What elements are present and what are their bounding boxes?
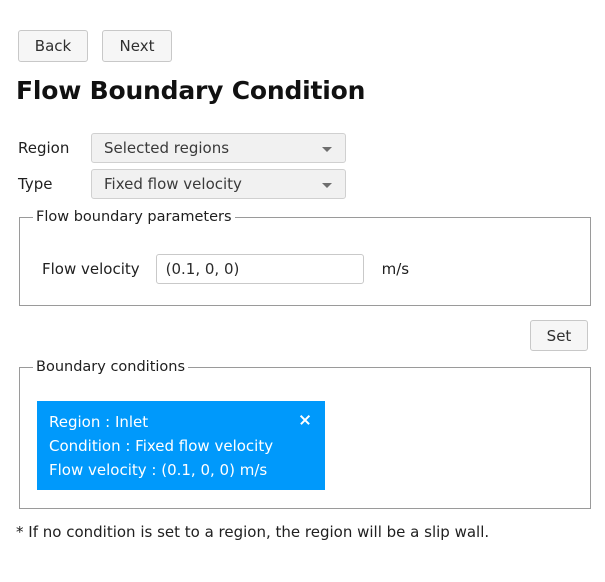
region-select-value: Selected regions <box>104 139 230 157</box>
region-select[interactable]: Selected regions <box>91 133 346 163</box>
type-select-value: Fixed flow velocity <box>104 175 242 193</box>
flow-velocity-input[interactable] <box>155 254 364 284</box>
boundary-conditions-group: Boundary conditions Region : Inlet Condi… <box>19 359 591 509</box>
type-select[interactable]: Fixed flow velocity <box>91 169 346 199</box>
condition-velocity: Flow velocity : (0.1, 0, 0) m/s <box>49 461 268 479</box>
boundary-conditions-legend: Boundary conditions <box>33 359 189 375</box>
set-button[interactable]: Set <box>530 320 588 351</box>
list-item[interactable]: Region : Inlet Condition : Fixed flow ve… <box>37 401 325 490</box>
next-button[interactable]: Next <box>102 30 172 62</box>
close-icon[interactable] <box>298 413 312 427</box>
footnote: * If no condition is set to a region, th… <box>16 523 490 541</box>
flow-velocity-unit: m/s <box>381 260 410 278</box>
chevron-down-icon <box>322 147 332 152</box>
region-label: Region <box>18 139 70 157</box>
flow-boundary-parameters-group: Flow boundary parameters Flow velocity m… <box>19 209 591 306</box>
flow-boundary-parameters-legend: Flow boundary parameters <box>33 209 235 225</box>
condition-type: Condition : Fixed flow velocity <box>49 437 274 455</box>
type-row: Type Fixed flow velocity <box>18 169 346 199</box>
type-label: Type <box>18 175 53 193</box>
region-row: Region Selected regions <box>18 133 346 163</box>
flow-velocity-label: Flow velocity <box>42 260 140 278</box>
chevron-down-icon <box>322 183 332 188</box>
condition-region: Region : Inlet <box>49 413 149 431</box>
back-button[interactable]: Back <box>18 30 88 62</box>
navigation-bar: Back Next <box>18 30 172 62</box>
page-title: Flow Boundary Condition <box>16 76 366 105</box>
flow-velocity-row: Flow velocity m/s <box>42 254 409 284</box>
boundary-form: Region Selected regions Type Fixed flow … <box>18 133 346 205</box>
